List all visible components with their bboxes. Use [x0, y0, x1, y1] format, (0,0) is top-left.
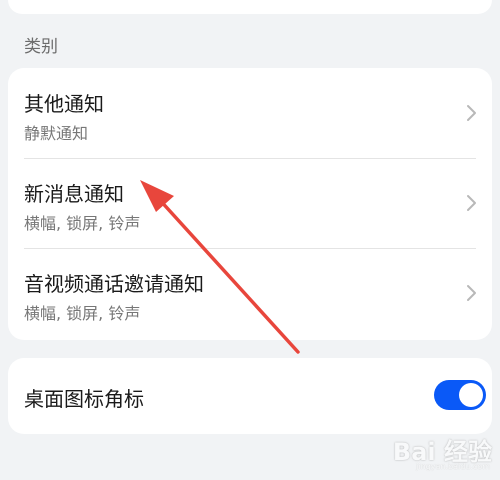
toggle-knob	[459, 383, 483, 407]
category-list-card: 其他通知 静默通知 新消息通知 横幅, 锁屏, 铃声 音视频通话邀请通知 横幅,…	[8, 68, 492, 340]
watermark-url: jingyan.baidu.com	[416, 462, 490, 471]
list-item-title: 音视频通话邀请通知	[24, 272, 204, 296]
list-item-call-invitation-notifications[interactable]: 音视频通话邀请通知 横幅, 锁屏, 铃声	[8, 248, 492, 338]
desktop-badge-label: 桌面图标角标	[24, 387, 144, 411]
list-item-title: 其他通知	[24, 92, 104, 116]
desktop-badge-card: 桌面图标角标	[8, 358, 492, 434]
chevron-right-icon	[467, 105, 476, 121]
desktop-badge-toggle[interactable]	[434, 380, 486, 410]
chevron-right-icon	[467, 195, 476, 211]
list-item-subtitle: 横幅, 锁屏, 铃声	[24, 304, 141, 323]
chevron-right-icon	[467, 285, 476, 301]
list-item-subtitle: 横幅, 锁屏, 铃声	[24, 214, 141, 233]
previous-settings-card	[8, 0, 492, 14]
list-item-subtitle: 静默通知	[24, 124, 89, 143]
list-item-new-message-notifications[interactable]: 新消息通知 横幅, 锁屏, 铃声	[8, 158, 492, 248]
list-item-title: 新消息通知	[24, 182, 124, 206]
list-item-other-notifications[interactable]: 其他通知 静默通知	[8, 68, 492, 158]
watermark: Bai 经验 jingyan.baidu.com	[372, 428, 492, 474]
section-label-category: 类别	[24, 37, 58, 57]
